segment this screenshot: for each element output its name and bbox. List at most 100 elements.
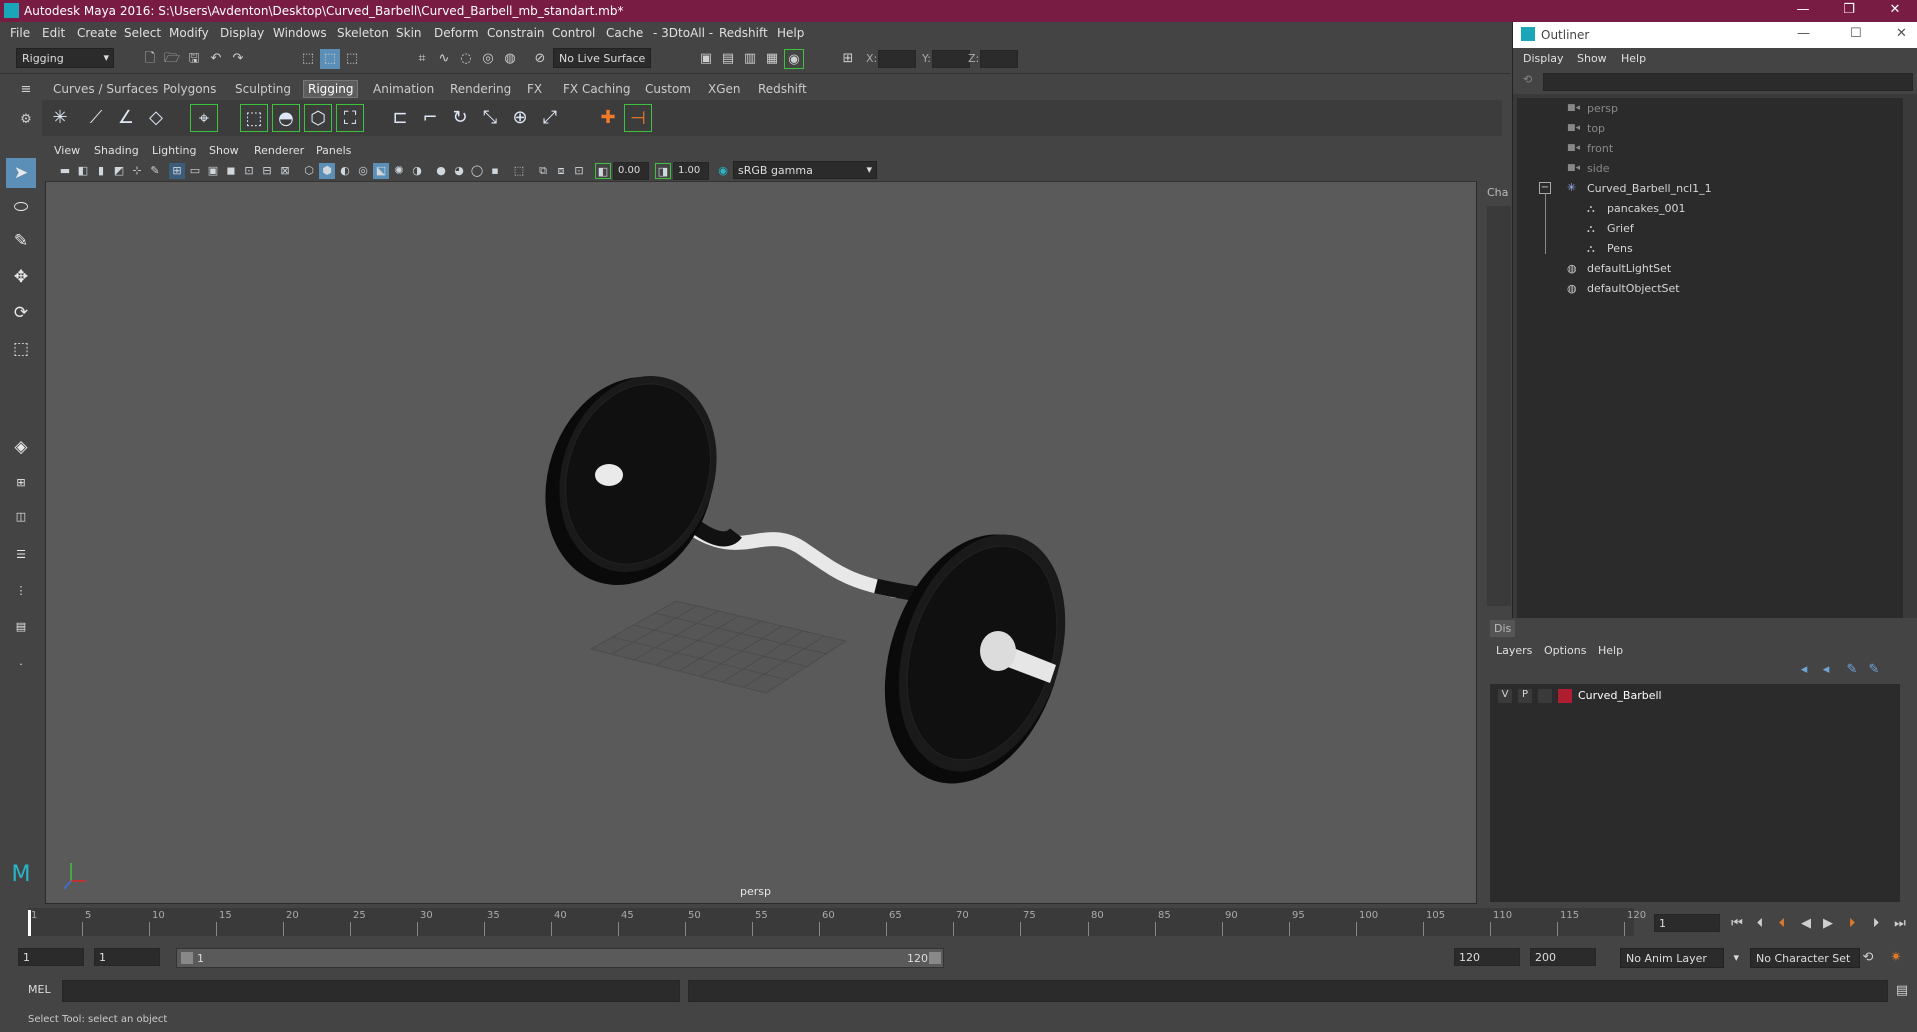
render-view-icon[interactable]: ▣ [696,49,716,69]
isolate-select-icon[interactable]: ⬚ [511,163,527,179]
2d-pan-icon[interactable]: ⊹ [129,163,145,179]
menu-skin[interactable]: Skin [396,26,422,40]
ipr-render-icon[interactable]: ▥ [740,49,760,69]
collapse-icon[interactable]: − [1539,182,1551,194]
outliner-item-side[interactable]: side [1587,162,1610,175]
tab-rendering[interactable]: Rendering [450,82,511,96]
outliner-item-pancakes[interactable]: pancakes_001 [1607,202,1685,215]
tab-curves-surfaces[interactable]: Curves / Surfaces [53,82,158,96]
xray-icon[interactable]: ⧉ [535,163,551,179]
paint-select-icon[interactable]: ✎ [6,226,36,256]
tab-redshift[interactable]: Redshift [758,82,807,96]
outliner-item-front[interactable]: front [1587,142,1613,155]
ambient-occlusion-icon[interactable]: ● [433,163,449,179]
layout-single-icon[interactable]: ◈ [6,432,36,462]
panel-menu-shading[interactable]: Shading [94,144,139,157]
parent-constraint-icon[interactable]: ⊏ [386,104,414,132]
insert-joint-icon[interactable]: ◇ [142,104,170,132]
colorspace-dropdown[interactable]: sRGB gamma ▾ [733,161,877,179]
tab-xgen[interactable]: XGen [708,82,741,96]
live-surface-field[interactable]: No Live Surface [553,48,651,68]
depth-of-field-icon[interactable]: ▪ [487,163,503,179]
outliner-item-grief[interactable]: Grief [1607,222,1634,235]
resolution-gate-icon[interactable]: ▣ [205,163,221,179]
script-editor-icon[interactable]: ▤ [1892,981,1912,1001]
anim-layer-dropdown[interactable]: No Anim Layer ▾ [1620,948,1739,968]
hypershade-icon[interactable]: ◉ [784,49,804,69]
tab-rigging[interactable]: Rigging [303,80,359,98]
outliner-close-button[interactable]: ✕ [1896,26,1907,41]
redo-icon[interactable]: ↷ [228,49,248,69]
layer-name[interactable]: Curved_Barbell [1578,689,1662,702]
undo-icon[interactable]: ↶ [206,49,226,69]
menu-deform[interactable]: Deform [434,26,479,40]
grid-toggle-icon[interactable]: ⊞ [169,163,185,179]
menu-3dtoall[interactable]: - 3DtoAll - [653,26,713,40]
panel-menu-show[interactable]: Show [209,144,239,157]
smooth-skin-icon[interactable]: ◓ [272,104,300,132]
exposure-toggle-icon[interactable]: ◧ [595,163,611,179]
bind-skin-icon[interactable]: ⬚ [240,104,268,132]
move-layer-up-icon[interactable]: ◂ [1794,660,1814,680]
outliner-item-top[interactable]: top [1587,122,1605,135]
tab-polygons[interactable]: Polygons [163,82,216,96]
layer-playback-toggle[interactable]: P [1518,689,1532,703]
save-scene-icon[interactable]: 🖫 [184,49,204,69]
layout-outliner-icon[interactable]: ☰ [6,540,36,570]
range-end-handle[interactable] [929,952,941,964]
camera-select-icon[interactable]: ▬ [57,163,73,179]
shadows-icon[interactable]: ◑ [409,163,425,179]
gate-mask-icon[interactable]: ◼ [223,163,239,179]
wireframe-icon[interactable]: ⬡ [301,163,317,179]
field-chart-icon[interactable]: ⊡ [241,163,257,179]
new-scene-icon[interactable]: 🗋 [140,49,160,69]
maximize-button[interactable]: ❐ [1826,0,1872,22]
ik-handle-icon[interactable]: ⟋ [82,104,110,132]
snap-grid-icon[interactable]: ⌗ [412,49,432,69]
add-attribute-icon[interactable]: ✚ [594,104,622,132]
open-scene-icon[interactable]: 🗁 [162,49,182,69]
playback-end-field[interactable]: 120 [1454,948,1520,966]
cluster-icon[interactable]: ⛶ [336,104,364,132]
menu-modify[interactable]: Modify [169,26,209,40]
layer-menu-layers[interactable]: Layers [1496,644,1532,657]
render-frame-icon[interactable]: ▤ [718,49,738,69]
menu-help[interactable]: Help [777,26,804,40]
close-button[interactable]: ✕ [1872,0,1917,22]
new-layer-icon[interactable]: ✎ [1842,660,1862,680]
viewport-panel[interactable]: persp [45,140,1477,904]
locator-icon[interactable]: ⌖ [190,104,218,132]
command-language-label[interactable]: MEL [28,983,51,996]
outliner-filter-icon[interactable]: ⟲ [1523,73,1532,86]
step-forward-key-icon[interactable]: ⏵ [1842,914,1862,934]
select-component-icon[interactable]: ⬚ [342,49,362,69]
layout-graph-icon[interactable]: ⋮ [6,576,36,606]
viewport-scene[interactable] [46,141,1478,905]
layer-display-type-toggle[interactable] [1538,689,1552,703]
display-tab[interactable]: Dis [1490,620,1516,637]
snap-surface-icon[interactable]: ◍ [500,49,520,69]
bookmark-icon[interactable]: ▮ [93,163,109,179]
minimize-button[interactable]: — [1780,0,1826,22]
color-management-icon[interactable]: ◉ [715,163,731,179]
gamma-field[interactable]: 1.00 [673,162,709,180]
transform-constraint-icon[interactable]: ⊞ [838,49,858,69]
layout-two-icon[interactable]: ◫ [6,502,36,532]
set-driven-key-icon[interactable]: ⊣ [624,104,652,132]
scene-start-field[interactable]: 1 [18,948,84,966]
exposure-field[interactable]: 0.00 [613,162,649,180]
select-hierarchy-icon[interactable]: ⬚ [298,49,318,69]
outliner-vertical-scrollbar[interactable] [1903,98,1915,618]
outliner-menu-help[interactable]: Help [1621,52,1646,65]
point-constraint-icon[interactable]: ⌐ [416,104,444,132]
make-live-icon[interactable]: ⊘ [530,49,550,69]
layout-four-icon[interactable]: ⊞ [6,468,36,498]
shelf-menu-icon[interactable]: ≡ [16,80,36,100]
safe-action-icon[interactable]: ⊟ [259,163,275,179]
layout-hypershade-icon[interactable]: ▤ [6,612,36,642]
panel-menu-lighting[interactable]: Lighting [152,144,196,157]
image-plane-icon[interactable]: ◩ [111,163,127,179]
menu-constrain[interactable]: Constrain [487,26,545,40]
tab-animation[interactable]: Animation [373,82,434,96]
menu-skeleton[interactable]: Skeleton [337,26,389,40]
